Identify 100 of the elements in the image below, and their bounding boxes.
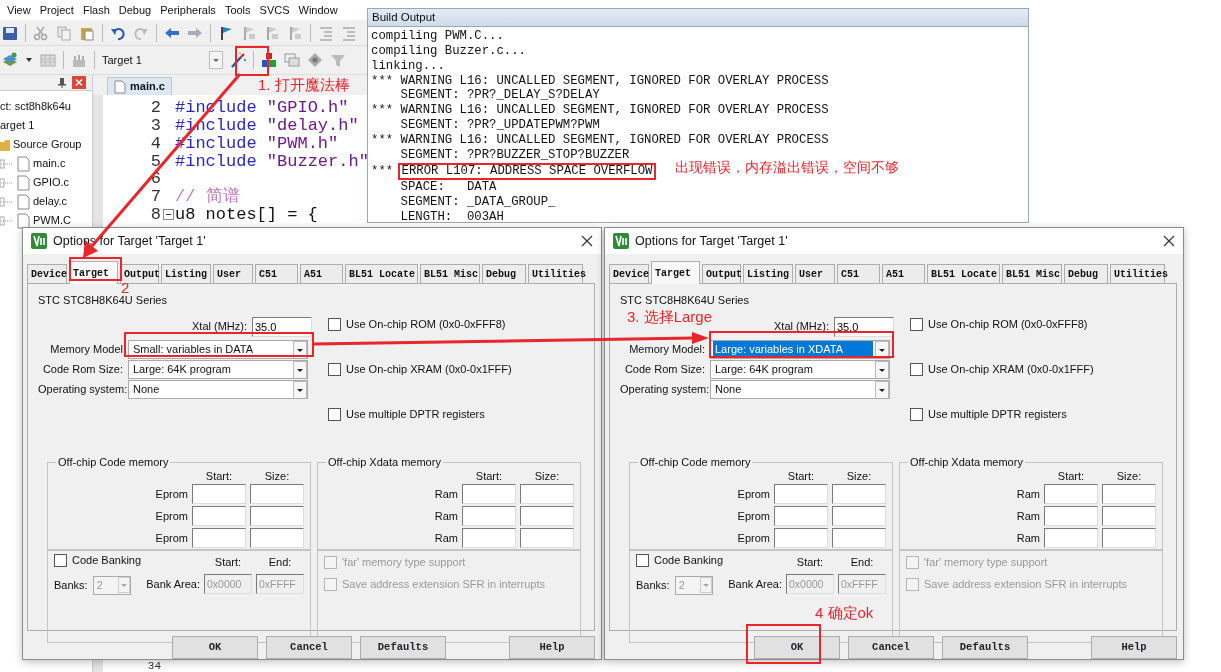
checkbox-label: Use On-chip ROM (0x0-0xFFF8)	[346, 316, 506, 332]
input-field[interactable]	[192, 484, 246, 504]
menu-item[interactable]: SVCS	[259, 1, 290, 19]
tab[interactable]: Output	[702, 264, 741, 283]
checkbox-label: Use multiple DPTR registers	[346, 406, 485, 422]
group-title: Off-chip Xdata memory	[327, 457, 442, 468]
input-field[interactable]	[192, 506, 246, 526]
dropdown[interactable]: None	[710, 379, 890, 399]
tab[interactable]: Output	[120, 264, 159, 283]
checkbox[interactable]	[910, 407, 923, 421]
tab[interactable]: Device	[609, 264, 649, 283]
tree-item[interactable]: main.c	[33, 155, 66, 172]
tree-line-icon	[0, 195, 14, 208]
menu-item[interactable]: Debug	[118, 1, 152, 19]
input-field[interactable]	[1102, 528, 1156, 548]
dialog-button[interactable]: Help	[509, 636, 595, 659]
menu-item[interactable]: Window	[298, 1, 338, 19]
tab[interactable]: Listing	[743, 264, 793, 283]
checkbox[interactable]	[328, 317, 341, 331]
tab[interactable]: Debug	[1064, 264, 1108, 283]
dropdown[interactable]: Large: 64K program	[128, 359, 308, 379]
tab[interactable]: BL51 Locate	[345, 264, 418, 283]
dialog-button[interactable]: Defaults	[942, 636, 1028, 659]
checkbox[interactable]	[910, 362, 923, 376]
input-field[interactable]	[520, 528, 574, 548]
dialog-button[interactable]: OK	[754, 636, 840, 659]
tab[interactable]: Device	[27, 264, 67, 283]
tree-item[interactable]: ct: sct8h8k64u	[0, 98, 71, 115]
input-field[interactable]	[774, 484, 828, 504]
highlight-frame	[235, 46, 269, 76]
diamond-icon[interactable]	[307, 52, 323, 68]
tab[interactable]: A51	[300, 264, 343, 283]
input-field[interactable]	[250, 528, 304, 548]
menu-item[interactable]: Flash	[82, 1, 110, 19]
input-field[interactable]	[1102, 484, 1156, 504]
input-field[interactable]	[832, 484, 886, 504]
input-field[interactable]	[250, 506, 304, 526]
tree-item[interactable]: GPIO.c	[33, 174, 70, 191]
caret-icon[interactable]	[25, 56, 33, 64]
input-field[interactable]	[1102, 506, 1156, 526]
file-tab[interactable]: main.c	[107, 77, 172, 95]
pin-icon[interactable]	[58, 77, 66, 88]
tab[interactable]: BL51 Locate	[927, 264, 1000, 283]
field-label: Eprom	[737, 508, 770, 524]
input-field[interactable]	[1044, 484, 1098, 504]
tab[interactable]: User	[213, 264, 253, 283]
checkbox[interactable]	[328, 362, 341, 376]
flag-icon[interactable]	[218, 24, 234, 41]
close-icon[interactable]	[581, 235, 593, 248]
dialog-button[interactable]: Defaults	[360, 636, 446, 659]
input-field[interactable]	[1044, 528, 1098, 548]
tab[interactable]: Target	[651, 261, 700, 284]
tab[interactable]: C51	[837, 264, 880, 283]
menu-item[interactable]: Tools	[224, 1, 251, 19]
step-label: 4 确定ok	[815, 605, 874, 622]
dropdown[interactable]: None	[128, 379, 308, 399]
input-field[interactable]	[520, 484, 574, 504]
tab[interactable]: BL51 Misc	[1002, 264, 1062, 283]
checkbox[interactable]	[328, 407, 341, 421]
tab[interactable]: Debug	[482, 264, 526, 283]
menu-item[interactable]: Project	[39, 1, 74, 19]
input-field[interactable]	[774, 506, 828, 526]
target-select[interactable]: Target 1	[102, 51, 202, 69]
input-field[interactable]: 35.0	[252, 316, 312, 337]
step-label: 1. 打开魔法棒	[258, 77, 350, 94]
tree-item[interactable]: arget 1	[0, 117, 35, 134]
dialog-button[interactable]: Cancel	[848, 636, 934, 659]
blocks-icon[interactable]	[261, 52, 277, 68]
tree-item[interactable]: Source Group	[13, 136, 82, 153]
input-field[interactable]: 35.0	[834, 316, 894, 337]
close-icon[interactable]	[1163, 235, 1175, 248]
stack-icon[interactable]	[2, 52, 18, 68]
menu-item[interactable]: View	[7, 1, 31, 19]
dropdown[interactable]: Large: 64K program	[710, 359, 890, 379]
fold-icon[interactable]	[162, 209, 174, 221]
input-field[interactable]	[462, 506, 516, 526]
input-field: 0x0000	[786, 574, 834, 595]
tab[interactable]: C51	[255, 264, 298, 283]
input-field[interactable]	[832, 506, 886, 526]
dialog-button[interactable]: OK	[172, 636, 258, 659]
tab[interactable]: Listing	[161, 264, 211, 283]
input-field[interactable]	[250, 484, 304, 504]
tree-item[interactable]: delay.c	[33, 193, 68, 210]
input-field[interactable]	[520, 506, 574, 526]
input-field[interactable]	[462, 484, 516, 504]
tab[interactable]: User	[795, 264, 835, 283]
menu-item[interactable]: Peripherals	[160, 1, 216, 19]
tab[interactable]: A51	[882, 264, 925, 283]
input-field[interactable]	[832, 528, 886, 548]
input-field[interactable]	[462, 528, 516, 548]
tree-item[interactable]: PWM.C	[33, 212, 71, 229]
tab[interactable]: BL51 Misc	[420, 264, 480, 283]
magic-wand-icon[interactable]	[230, 52, 246, 68]
checkbox[interactable]	[910, 317, 923, 331]
tree-line-icon	[0, 214, 14, 227]
input-field[interactable]	[774, 528, 828, 548]
dialog-button[interactable]: Cancel	[266, 636, 352, 659]
input-field[interactable]	[192, 528, 246, 548]
dialog-button[interactable]: Help	[1091, 636, 1177, 659]
input-field[interactable]	[1044, 506, 1098, 526]
